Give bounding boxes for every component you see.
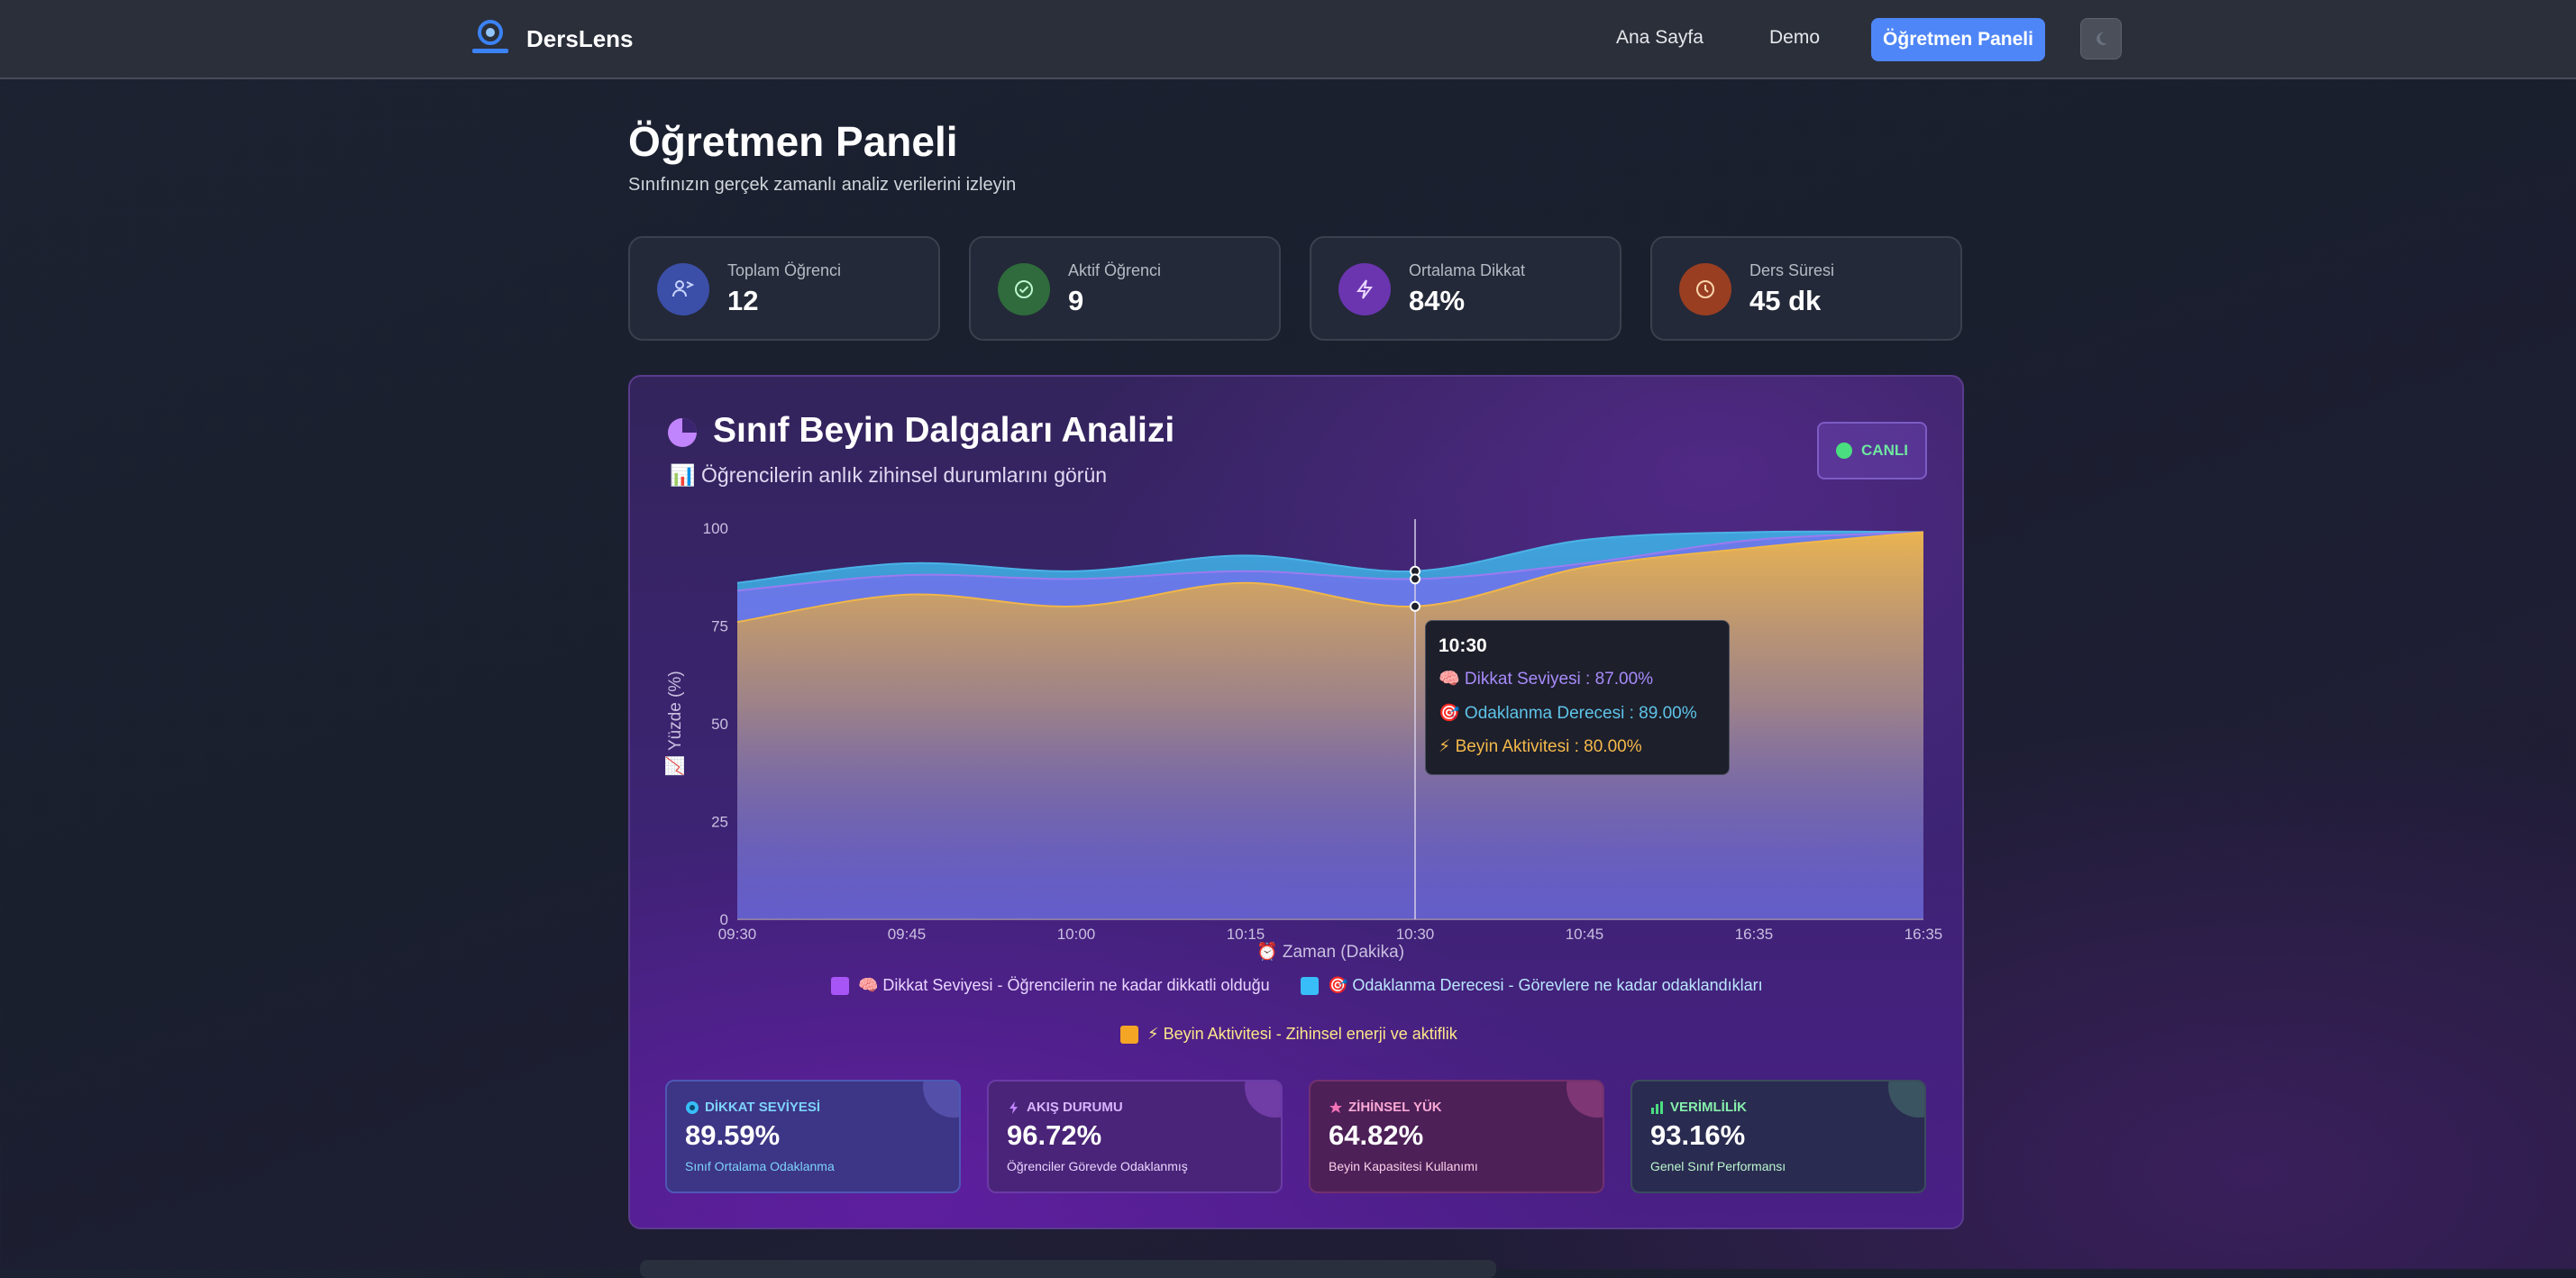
stat-card-average-attention: Ortalama Dikkat 84% [1310,236,1621,341]
tooltip-line-attention: 🧠 Dikkat Seviyesi : 87.00% [1439,670,1654,689]
metric-card-efficiency: VERİMLİLİK 93.16% Genel Sınıf Performans… [1631,1080,1926,1193]
x-axis-label: ⏰ Zaman (Dakika) [1256,941,1404,962]
page-subtitle: Sınıfınızın gerçek zamanlı analiz verile… [628,175,1017,195]
legend-label: 🧠 Dikkat Seviyesi - Öğrencilerin ne kada… [858,976,1270,994]
brainwave-area-chart[interactable]: 025507510009:30 09:45 10:00 10:15 10:30 10:45… [630,377,1964,1008]
check-circle-icon [998,263,1050,315]
legend-swatch [1120,1025,1138,1044]
legend-swatch [1301,976,1319,995]
stat-value: 9 [1068,285,1084,316]
legend-swatch [831,976,849,995]
top-navbar: DersLens Ana Sayfa Demo Öğretmen Paneli [0,0,2576,79]
stat-card-total-students: Toplam Öğrenci 12 [628,236,940,341]
nav-link-home[interactable]: Ana Sayfa [1616,27,1704,49]
metric-label: VERİMLİLİK [1670,1100,1747,1115]
stat-label: Ortalama Dikkat [1409,261,1526,279]
theme-toggle-button[interactable] [2080,18,2122,59]
card-corner-decoration [1567,1082,1603,1118]
y-tick-label: 75 [711,618,728,635]
metric-description: Beyin Kapasitesi Kullanımı [1329,1159,1478,1173]
star-icon [1329,1100,1342,1113]
stat-label: Aktif Öğrenci [1068,261,1162,279]
metric-value: 89.59% [685,1119,781,1151]
y-tick-label: 100 [703,520,728,537]
tooltip-line-focus: 🎯 Odaklanma Derecesi : 89.00% [1439,704,1697,723]
x-tick-label: 10:15 [1227,926,1265,943]
stat-card-lesson-duration: Ders Süresi 45 dk [1650,236,1962,341]
stat-value: 45 dk [1749,285,1822,316]
clock-icon [1679,263,1731,315]
tooltip-title: 10:30 [1439,635,1487,656]
x-tick-label: 16:35 [1735,926,1774,943]
x-tick-label: 09:45 [888,926,927,943]
moon-icon [2096,32,2107,45]
hover-point [1410,573,1420,585]
x-tick-label: 16:35 [1905,926,1943,943]
hover-point [1410,600,1420,612]
tooltip-line-activity: ⚡ Beyin Aktivitesi : 80.00% [1439,737,1642,756]
x-tick-label: 10:00 [1057,926,1096,943]
metric-label: ZİHİNSEL YÜK [1348,1100,1442,1115]
metric-value: 96.72% [1007,1119,1102,1151]
students-icon [657,263,709,315]
chart-icon [1651,1100,1663,1114]
metric-value: 93.16% [1650,1119,1746,1151]
x-tick-label: 10:30 [1396,926,1435,943]
card-corner-decoration [923,1082,959,1118]
nav-link-demo[interactable]: Demo [1769,27,1820,49]
stat-label: Toplam Öğrenci [727,261,842,279]
legend-label: 🎯 Odaklanma Derecesi - Görevlere ne kada… [1328,976,1763,994]
y-tick-label: 25 [711,814,728,831]
brand-name[interactable]: DersLens [526,25,634,53]
logo-icon[interactable] [469,18,514,58]
legend-label: ⚡ Beyin Aktivitesi - Zihinsel enerji ve … [1147,1025,1457,1043]
y-axis-label: 📈 Yüzde (%) [664,671,685,776]
metric-description: Öğrenciler Görevde Odaklanmış [1007,1159,1188,1173]
x-tick-label: 09:30 [718,926,757,943]
metric-label: AKIŞ DURUMU [1027,1100,1123,1115]
lightning-icon [1009,1100,1018,1114]
legend-item-focus[interactable]: 🎯 Odaklanma Derecesi - Görevlere ne kada… [1301,976,1763,995]
next-section-peek [640,1260,1496,1278]
card-corner-decoration [1245,1082,1281,1118]
metric-card-flow: AKIŞ DURUMU 96.72% Öğrenciler Görevde Od… [987,1080,1283,1193]
metric-card-attention: DİKKAT SEVİYESİ 89.59% Sınıf Ortalama Od… [665,1080,961,1193]
y-tick-label: 50 [711,716,728,733]
lightning-icon [1338,263,1391,315]
metric-value: 64.82% [1329,1119,1424,1151]
stat-label: Ders Süresi [1749,261,1835,279]
card-corner-decoration [1888,1082,1924,1118]
nav-teacher-panel-button[interactable]: Öğretmen Paneli [1871,18,2045,61]
metric-label: DİKKAT SEVİYESİ [705,1100,821,1115]
stat-value: 84% [1409,285,1466,316]
x-tick-label: 10:45 [1566,926,1604,943]
stat-card-active-students: Aktif Öğrenci 9 [969,236,1281,341]
eye-icon [686,1100,699,1114]
chart-tooltip: 10:30 🧠 Dikkat Seviyesi : 87.00% 🎯 Odakl… [1425,620,1730,775]
legend-item-activity[interactable]: ⚡ Beyin Aktivitesi - Zihinsel enerji ve … [1120,1025,1457,1044]
legend-item-attention[interactable]: 🧠 Dikkat Seviyesi - Öğrencilerin ne kada… [831,976,1270,995]
stat-value: 12 [727,285,759,316]
metric-card-mental-load: ZİHİNSEL YÜK 64.82% Beyin Kapasitesi Kul… [1309,1080,1604,1193]
brainwave-analysis-panel: Sınıf Beyin Dalgaları Analizi 📊 Öğrencil… [628,375,1964,1229]
metric-description: Sınıf Ortalama Odaklanma [685,1159,835,1173]
page-title: Öğretmen Paneli [628,118,958,165]
metric-description: Genel Sınıf Performansı [1650,1159,1786,1173]
